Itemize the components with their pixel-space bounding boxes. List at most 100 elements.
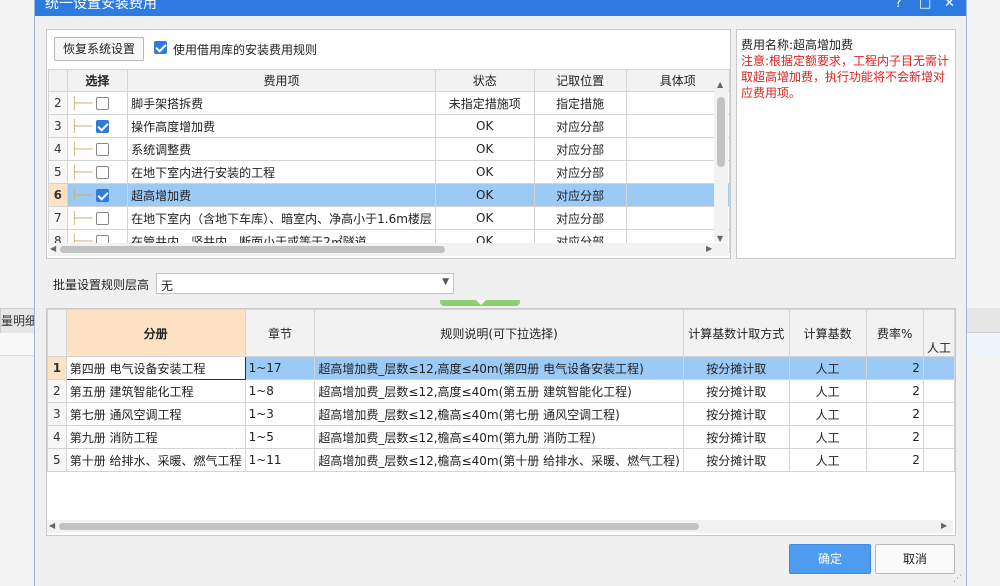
fee-table-row[interactable]: 5 ├── 在地下室内进行安装的工程 OK 对应分部 xyxy=(48,160,731,184)
fee-row-checkbox[interactable] xyxy=(96,189,110,202)
rule-row-rate[interactable]: 2 xyxy=(865,379,924,403)
fee-row-checkbox[interactable] xyxy=(96,143,110,156)
rule-row-rule[interactable]: 超高增加费_层数≤12,檐高≤40m(第九册 消防工程) xyxy=(314,425,684,449)
rule-row-chapter[interactable]: 1~8 xyxy=(244,379,316,403)
rule-row-rate[interactable]: 2 xyxy=(865,425,924,449)
fee-row-select-cell[interactable]: ├── xyxy=(66,91,129,115)
rule-row-rate[interactable]: 2 xyxy=(865,402,924,426)
fee-row-checkbox[interactable] xyxy=(96,97,110,110)
fee-table-row[interactable]: 2 ├── 脚手架搭拆费 未指定措施项 指定措施 xyxy=(48,91,731,115)
scroll-left-icon[interactable]: ◀ xyxy=(49,522,55,530)
fee-row-status[interactable]: OK xyxy=(434,114,535,138)
rule-row-base[interactable]: 人工 xyxy=(788,402,867,426)
rule-header-method[interactable]: 计算基数计取方式 xyxy=(682,309,790,357)
batch-height-select[interactable]: 无 ▼ xyxy=(156,273,454,294)
fee-row-status[interactable]: OK xyxy=(434,183,535,207)
fee-header-position[interactable]: 记取位置 xyxy=(533,69,627,92)
restore-system-settings-button[interactable]: 恢复系统设置 xyxy=(54,37,144,61)
rule-table-row[interactable]: 1 第四册 电气设备安装工程 1~17 超高增加费_层数≤12,高度≤40m(第四册 … xyxy=(47,356,955,380)
fee-row-position[interactable]: 指定措施 xyxy=(533,91,627,115)
scroll-right-icon[interactable]: ▶ xyxy=(706,245,712,253)
fee-vscroll-thumb[interactable] xyxy=(717,97,725,167)
close-icon[interactable]: ✕ xyxy=(944,0,955,12)
rule-row-book[interactable]: 第四册 电气设备安装工程 xyxy=(65,356,246,380)
rule-row-rule[interactable]: 超高增加费_层数≤12,高度≤40m(第四册 电气设备安装工程) xyxy=(314,356,684,380)
rule-table-row[interactable]: 3 第七册 通风空调工程 1~3 超高增加费_层数≤12,檐高≤40m(第七册 通风空… xyxy=(47,402,955,426)
rule-table-hscrollbar[interactable]: ◀ ▶ xyxy=(47,520,953,533)
rule-row-rate[interactable]: 2 xyxy=(865,356,924,380)
ok-button[interactable]: 确定 xyxy=(789,544,871,574)
fee-row-name[interactable]: 系统调整费 xyxy=(127,137,436,161)
rule-row-rule[interactable]: 超高增加费_层数≤12,檐高≤40m(第十册 给排水、采暖、燃气工程) xyxy=(314,448,684,472)
fee-hscroll-thumb[interactable] xyxy=(60,246,445,253)
fee-table-vscrollbar[interactable]: ▲ ▼ xyxy=(714,81,728,243)
background-tab[interactable]: 量明细 xyxy=(0,308,38,334)
rule-header-rate[interactable]: 费率% xyxy=(865,309,924,357)
fee-row-position[interactable]: 对应分部 xyxy=(533,160,627,184)
fee-header-detail[interactable]: 具体项 xyxy=(625,69,731,92)
maximize-icon[interactable]: □ xyxy=(919,0,931,12)
rule-row-rule[interactable]: 超高增加费_层数≤12,檐高≤40m(第七册 通风空调工程) xyxy=(314,402,684,426)
fee-table-row[interactable]: 6 ├── 超高增加费 OK 对应分部 xyxy=(48,183,731,207)
rule-row-chapter[interactable]: 1~11 xyxy=(244,448,316,472)
fee-row-name[interactable]: 在地下室内进行安装的工程 xyxy=(127,160,436,184)
rule-row-method[interactable]: 按分摊计取 xyxy=(682,425,790,449)
rule-row-book[interactable]: 第十册 给排水、采暖、燃气工程 xyxy=(65,448,246,472)
fee-row-name[interactable]: 在地下室内（含地下车库）、暗室内、净高小于1.6m楼层 xyxy=(127,206,436,230)
rule-row-chapter[interactable]: 1~17 xyxy=(244,356,316,380)
panel-splitter-handle[interactable] xyxy=(440,300,520,306)
fee-table-row[interactable]: 7 ├── 在地下室内（含地下车库）、暗室内、净高小于1.6m楼层 OK 对应分部 xyxy=(48,206,731,230)
rule-header-labor[interactable]: 人工 xyxy=(922,309,955,357)
fee-row-name[interactable]: 超高增加费 xyxy=(127,183,436,207)
rule-header-rule[interactable]: 规则说明(可下拉选择) xyxy=(314,309,684,357)
scroll-down-icon[interactable]: ▼ xyxy=(717,235,723,243)
fee-row-status[interactable]: 未指定措施项 xyxy=(434,91,535,115)
rule-row-rule[interactable]: 超高增加费_层数≤12,高度≤40m(第五册 建筑智能化工程) xyxy=(314,379,684,403)
fee-row-status[interactable]: OK xyxy=(434,160,535,184)
fee-row-name[interactable]: 操作高度增加费 xyxy=(127,114,436,138)
fee-header-select[interactable]: 选择 xyxy=(66,69,129,92)
rule-row-extra[interactable] xyxy=(922,402,955,426)
scroll-right-icon[interactable]: ▶ xyxy=(941,522,947,530)
rule-row-method[interactable]: 按分摊计取 xyxy=(682,448,790,472)
rule-row-book[interactable]: 第七册 通风空调工程 xyxy=(65,402,246,426)
fee-row-checkbox[interactable] xyxy=(96,212,110,225)
fee-row-status[interactable]: OK xyxy=(434,206,535,230)
fee-table-row[interactable]: 3 ├── 操作高度增加费 OK 对应分部 xyxy=(48,114,731,138)
fee-table-row[interactable]: 4 ├── 系统调整费 OK 对应分部 xyxy=(48,137,731,161)
fee-header-status[interactable]: 状态 xyxy=(434,69,535,92)
rule-table-row[interactable]: 5 第十册 给排水、采暖、燃气工程 1~11 超高增加费_层数≤12,檐高≤40m(第… xyxy=(47,448,955,472)
rule-row-extra[interactable] xyxy=(922,425,955,449)
fee-row-name[interactable]: 脚手架搭拆费 xyxy=(127,91,436,115)
rule-row-extra[interactable] xyxy=(922,448,955,472)
rule-row-rate[interactable]: 2 xyxy=(865,448,924,472)
scroll-up-icon[interactable]: ▲ xyxy=(717,81,723,89)
fee-table-hscrollbar[interactable]: ◀ ▶ xyxy=(48,243,728,256)
fee-row-select-cell[interactable]: ├── xyxy=(66,160,129,184)
rule-row-method[interactable]: 按分摊计取 xyxy=(682,379,790,403)
rule-header-book[interactable]: 分册 xyxy=(65,309,246,357)
rule-row-method[interactable]: 按分摊计取 xyxy=(682,356,790,380)
chevron-down-icon[interactable]: ▼ xyxy=(442,277,449,287)
cancel-button[interactable]: 取消 xyxy=(875,544,955,574)
rule-row-base[interactable]: 人工 xyxy=(788,379,867,403)
help-icon[interactable]: ? xyxy=(895,0,902,12)
scroll-left-icon[interactable]: ◀ xyxy=(50,245,56,253)
use-rule-checkbox[interactable] xyxy=(154,41,167,54)
fee-row-select-cell[interactable]: ├── xyxy=(66,114,129,138)
rule-row-book[interactable]: 第五册 建筑智能化工程 xyxy=(65,379,246,403)
rule-row-base[interactable]: 人工 xyxy=(788,448,867,472)
fee-row-position[interactable]: 对应分部 xyxy=(533,137,627,161)
rule-header-chapter[interactable]: 章节 xyxy=(244,309,316,357)
rule-row-method[interactable]: 按分摊计取 xyxy=(682,402,790,426)
rule-row-book[interactable]: 第九册 消防工程 xyxy=(65,425,246,449)
rule-row-chapter[interactable]: 1~3 xyxy=(244,402,316,426)
fee-row-status[interactable]: OK xyxy=(434,137,535,161)
rule-header-base[interactable]: 计算基数 xyxy=(788,309,867,357)
rule-table-row[interactable]: 4 第九册 消防工程 1~5 超高增加费_层数≤12,檐高≤40m(第九册 消防工程)… xyxy=(47,425,955,449)
fee-row-select-cell[interactable]: ├── xyxy=(66,183,129,207)
fee-row-select-cell[interactable]: ├── xyxy=(66,137,129,161)
fee-row-position[interactable]: 对应分部 xyxy=(533,183,627,207)
rule-row-chapter[interactable]: 1~5 xyxy=(244,425,316,449)
fee-row-checkbox[interactable] xyxy=(96,166,110,179)
